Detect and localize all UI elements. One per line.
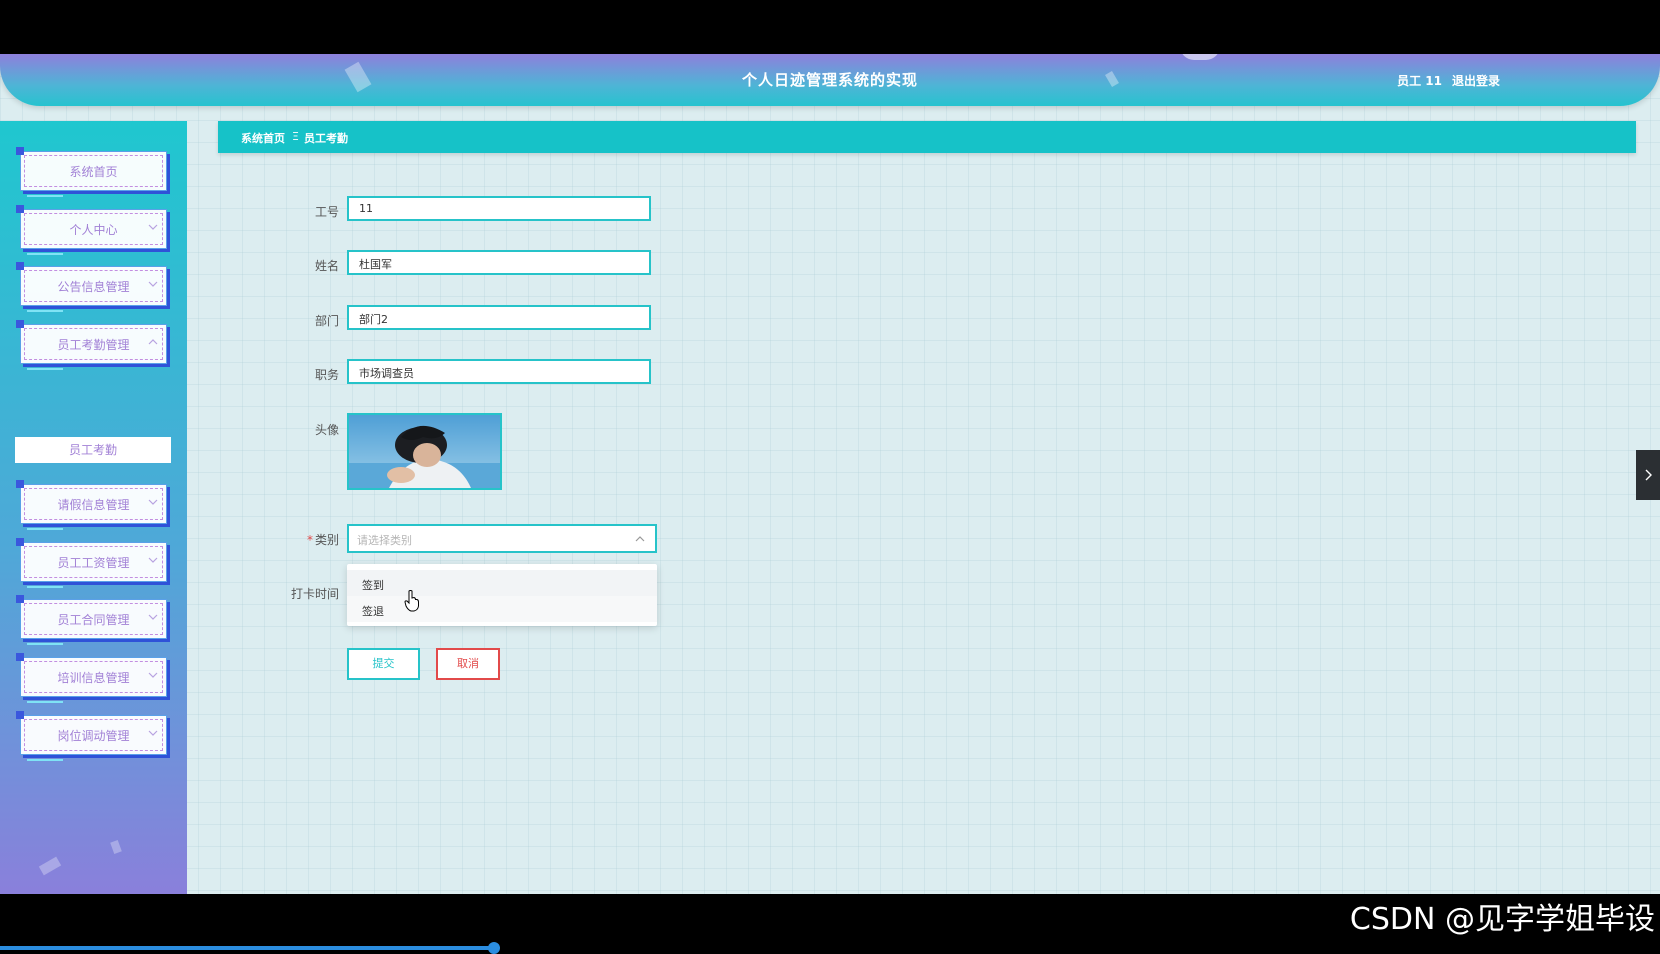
sidebar-item-training-management[interactable]: 培训信息管理	[16, 653, 167, 703]
breadcrumb-separator: Ξ	[292, 130, 299, 143]
sidebar: 系统首页 个人中心 公告信息管理 员工考勤管理 员工考勤 请假信息管理 员工工资…	[0, 121, 187, 894]
sidebar-item-label: 员工考勤管理	[57, 338, 130, 352]
dropdown-option-sign-in[interactable]: 签到	[347, 570, 657, 596]
chevron-down-icon	[148, 281, 158, 287]
category-label: * 类别	[306, 533, 339, 547]
sidebar-item-salary-management[interactable]: 员工工资管理	[16, 538, 167, 588]
sidebar-item-label: 岗位调动管理	[57, 729, 130, 743]
sidebar-item-label: 培训信息管理	[57, 671, 130, 685]
category-placeholder: 请选择类别	[357, 534, 412, 547]
chevron-down-icon	[148, 730, 158, 736]
chevron-down-icon	[148, 614, 158, 620]
sidebar-decoration	[110, 839, 122, 855]
avatar-image[interactable]	[347, 413, 502, 490]
video-progress-bar[interactable]	[0, 946, 494, 950]
sidebar-item-transfer-management[interactable]: 岗位调动管理	[16, 711, 167, 761]
sidebar-item-personal-center[interactable]: 个人中心	[16, 205, 167, 255]
chevron-right-icon	[1645, 469, 1652, 481]
department-input[interactable]: 部门2	[347, 305, 651, 330]
top-header: 个人日迹管理系统的实现 员工 11 退出登录	[0, 54, 1660, 106]
sidebar-item-contract-management[interactable]: 员工合同管理	[16, 595, 167, 645]
submit-button[interactable]: 提交	[347, 648, 420, 680]
breadcrumb-home[interactable]: 系统首页	[241, 130, 285, 146]
sidebar-item-attendance-management[interactable]: 员工考勤管理	[16, 320, 167, 370]
header-decoration	[1180, 54, 1220, 60]
position-input[interactable]: 市场调查员	[347, 359, 651, 384]
category-dropdown: 签到 签退	[347, 564, 657, 626]
sidebar-item-home[interactable]: 系统首页	[16, 147, 167, 197]
sidebar-subitem-attendance[interactable]: 员工考勤	[15, 437, 171, 463]
employee-id-input[interactable]: 11	[347, 196, 651, 221]
app-screen: 个人日迹管理系统的实现 员工 11 退出登录 系统首页 个人中心 公告信息管理 …	[0, 54, 1660, 894]
sidebar-item-notice-management[interactable]: 公告信息管理	[16, 262, 167, 312]
dropdown-option-sign-out[interactable]: 签退	[347, 596, 657, 622]
chevron-up-icon	[148, 339, 158, 345]
sidebar-decoration	[38, 856, 62, 876]
sidebar-item-leave-management[interactable]: 请假信息管理	[16, 480, 167, 530]
name-input[interactable]: 杜国军	[347, 250, 651, 275]
employee-id-label: 工号	[314, 205, 339, 219]
category-select[interactable]: 请选择类别	[347, 524, 657, 553]
sidebar-item-label: 个人中心	[69, 223, 118, 237]
logout-link[interactable]: 退出登录	[1452, 72, 1500, 89]
name-label: 姓名	[314, 259, 339, 273]
hand-cursor-icon	[404, 590, 419, 612]
required-mark: *	[306, 533, 313, 547]
chevron-down-icon	[148, 557, 158, 563]
avatar-label: 头像	[314, 423, 339, 437]
sidebar-item-label: 系统首页	[69, 165, 118, 179]
chevron-down-icon	[148, 499, 158, 505]
chevron-down-icon	[148, 672, 158, 678]
department-label: 部门	[314, 314, 339, 328]
video-progress-handle[interactable]	[488, 942, 500, 954]
sidebar-item-label: 员工工资管理	[57, 556, 130, 570]
sidebar-item-label: 公告信息管理	[57, 280, 130, 294]
cancel-button[interactable]: 取消	[436, 648, 500, 680]
sidebar-item-label: 员工合同管理	[57, 613, 130, 627]
punch-time-label: 打卡时间	[290, 587, 339, 601]
chevron-up-icon	[635, 536, 645, 542]
current-user: 员工 11	[1397, 74, 1442, 88]
watermark-text: CSDN @见字学姐毕设	[1349, 902, 1655, 937]
side-panel-toggle[interactable]	[1636, 450, 1660, 500]
avatar-photo	[349, 415, 500, 488]
sidebar-item-label: 请假信息管理	[57, 498, 130, 512]
chevron-down-icon	[148, 224, 158, 230]
breadcrumb-current: 员工考勤	[304, 132, 348, 145]
video-bottom-bar: CSDN @见字学姐毕设	[0, 894, 1660, 954]
position-label: 职务	[314, 368, 339, 382]
breadcrumb: 系统首页 Ξ 员工考勤	[218, 121, 1636, 153]
